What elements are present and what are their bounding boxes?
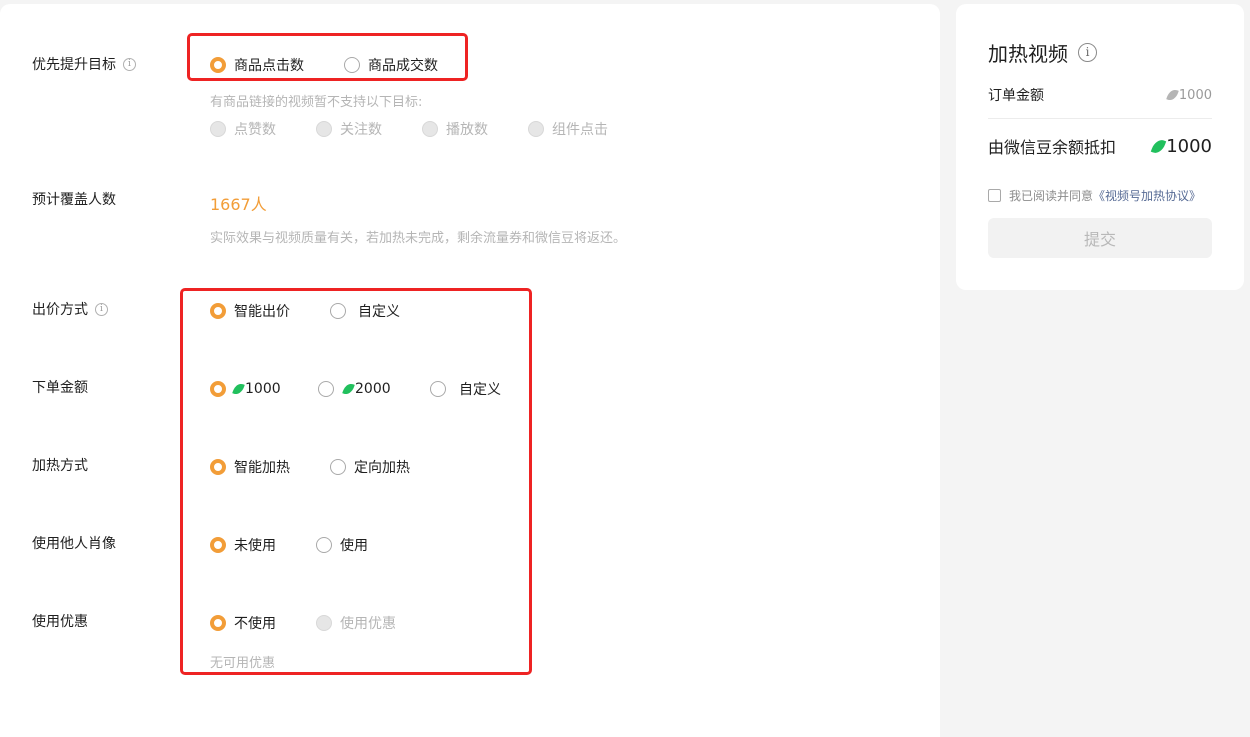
radio-selected-icon[interactable] (210, 459, 226, 475)
radio-icon[interactable] (318, 381, 334, 397)
goal-label: 优先提升目标 i (32, 54, 136, 74)
reach-value: 1667人 (210, 195, 267, 214)
radio-selected-icon[interactable] (210, 381, 226, 397)
radio-selected-icon[interactable] (210, 303, 226, 319)
radio-icon[interactable] (330, 459, 346, 475)
amount-label: 下单金额 (32, 380, 88, 396)
wechat-bean-icon (232, 381, 245, 397)
coupon-option-none[interactable]: 不使用 (210, 613, 276, 633)
wechat-bean-icon (1166, 87, 1179, 103)
info-icon[interactable]: i (95, 302, 108, 316)
goal-option-likes: 点赞数 (210, 119, 276, 139)
heat-option-smart[interactable]: 智能加热 (210, 457, 290, 477)
bid-option-smart[interactable]: 智能出价 (210, 301, 290, 321)
goal-option-follows: 关注数 (316, 119, 382, 139)
order-amount-row: 订单金额 1000 (988, 85, 1212, 105)
settings-panel: 优先提升目标 i 商品点击数 商品成交数 有商品链接的视频暂不支持以下目标: 点… (0, 4, 940, 737)
portrait-option-used[interactable]: 使用 (316, 535, 368, 555)
radio-disabled-icon (528, 121, 544, 137)
radio-disabled-icon (210, 121, 226, 137)
radio-icon[interactable] (344, 57, 360, 73)
goal-option-clicks[interactable]: 商品点击数 (210, 55, 304, 75)
goal-option-component-clicks: 组件点击 (528, 119, 608, 139)
info-icon[interactable]: i (1078, 42, 1097, 62)
coupon-option-use: 使用优惠 (316, 613, 396, 633)
divider (988, 118, 1212, 119)
amount-option-1000[interactable]: 1000 (210, 379, 281, 399)
order-amount-label: 订单金额 (988, 88, 1044, 104)
radio-disabled-icon (422, 121, 438, 137)
radio-icon[interactable] (330, 303, 346, 319)
heat-label: 加热方式 (32, 458, 88, 474)
coupon-note: 无可用优惠 (210, 655, 276, 671)
amount-option-2000[interactable]: 2000 (318, 379, 391, 399)
wechat-bean-icon (1150, 137, 1167, 155)
bid-option-custom[interactable]: 自定义 (330, 301, 400, 321)
goal-option-deals[interactable]: 商品成交数 (344, 55, 438, 75)
agreement-row: 我已阅读并同意 《视频号加热协议》 (988, 186, 1201, 204)
reach-note: 实际效果与视频质量有关，若加热未完成，剩余流量券和微信豆将返还。 (210, 230, 627, 246)
deduct-label: 由微信豆余额抵扣 (988, 138, 1117, 157)
goal-option-plays: 播放数 (422, 119, 488, 139)
agreement-checkbox[interactable] (988, 188, 1001, 202)
radio-selected-icon[interactable] (210, 57, 226, 73)
radio-selected-icon[interactable] (210, 537, 226, 553)
radio-selected-icon[interactable] (210, 615, 226, 631)
heat-option-targeted[interactable]: 定向加热 (330, 457, 410, 477)
bid-label: 出价方式 i (32, 299, 108, 319)
checkout-panel: 加热视频 i 订单金额 1000 由微信豆余额抵扣 1000 我已阅读并同意 《… (956, 4, 1244, 290)
radio-disabled-icon (316, 121, 332, 137)
checkout-title: 加热视频 i (988, 39, 1097, 66)
info-icon[interactable]: i (123, 57, 136, 71)
deduct-row: 由微信豆余额抵扣 1000 (988, 133, 1212, 159)
reach-label: 预计覆盖人数 (32, 192, 116, 208)
radio-icon[interactable] (316, 537, 332, 553)
coupon-label: 使用优惠 (32, 614, 88, 630)
portrait-label: 使用他人肖像 (32, 536, 116, 552)
portrait-option-not-used[interactable]: 未使用 (210, 535, 276, 555)
wechat-bean-icon (342, 381, 355, 397)
deduct-value: 1000 (1150, 136, 1212, 157)
radio-icon[interactable] (430, 381, 446, 397)
submit-button[interactable]: 提交 (988, 218, 1212, 258)
unsupported-goal-hint: 有商品链接的视频暂不支持以下目标: (210, 94, 423, 110)
order-amount-value: 1000 (1166, 87, 1212, 103)
amount-option-custom[interactable]: 自定义 (430, 379, 501, 399)
agreement-link[interactable]: 《视频号加热协议》 (1093, 187, 1201, 204)
radio-disabled-icon (316, 615, 332, 631)
